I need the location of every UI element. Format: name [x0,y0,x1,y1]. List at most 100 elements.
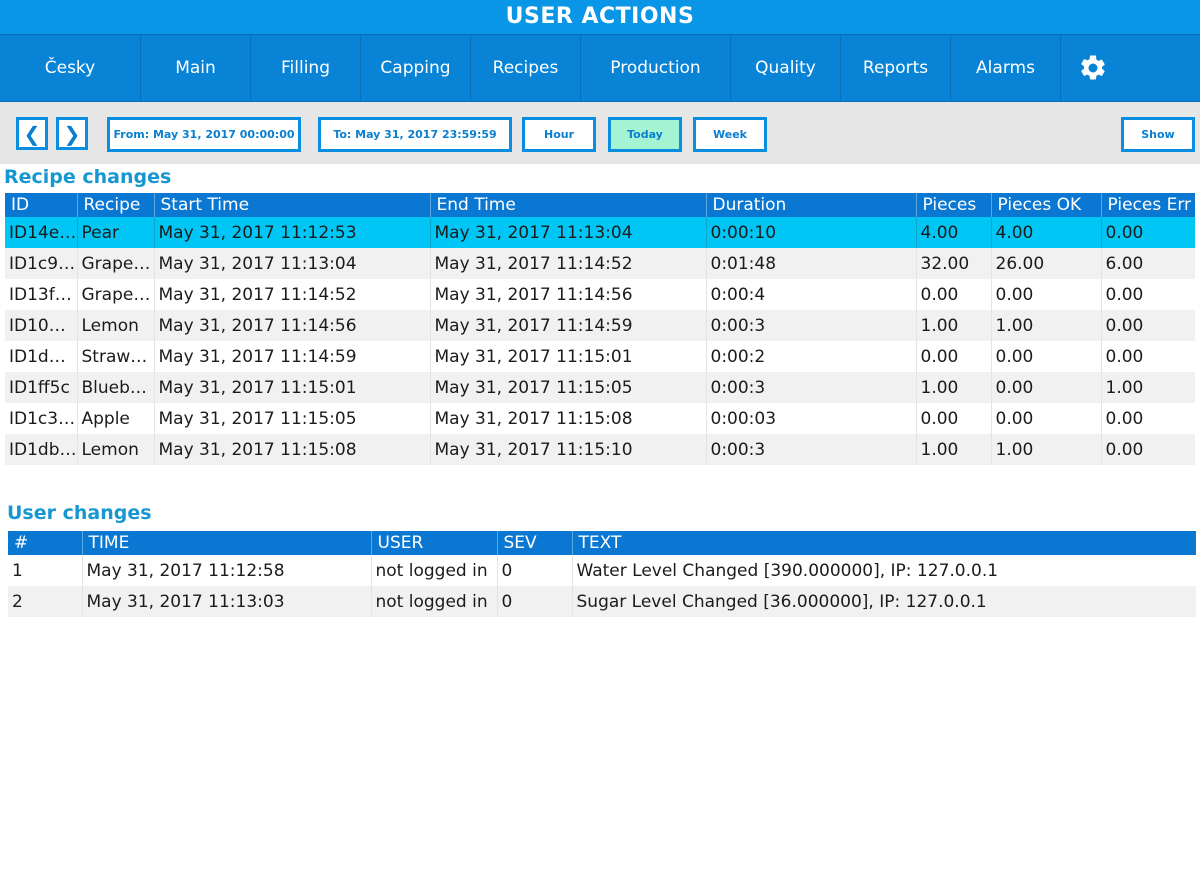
nav-main[interactable]: Main [141,35,251,101]
user-changes-title: User changes [7,502,152,524]
table-cell: 0.00 [991,279,1102,310]
column-header[interactable]: ID [5,193,78,217]
user-changes-table: # TIME USER SEV TEXT 1 May 31, 2017 11:12:58 n… [8,531,1196,617]
table-cell: Apple [77,403,155,434]
table-cell: Bluebe… [77,372,155,403]
table-cell: ID13f… [5,279,78,310]
column-header[interactable]: SEV [497,531,573,555]
table-cell: 1.00 [916,434,992,465]
table-cell: 0 [497,555,573,586]
column-header[interactable]: Start Time [154,193,431,217]
table-row[interactable]: ID13f… Grapef… May 31, 2017 11:14:52 May 31… [5,279,1195,310]
table-cell: May 31, 2017 11:15:01 [154,372,431,403]
column-header[interactable]: TEXT [572,531,1196,555]
table-cell: May 31, 2017 11:13:04 [154,248,431,279]
table-cell: May 31, 2017 11:12:53 [154,217,431,248]
recipe-changes-title: Recipe changes [4,166,172,188]
table-cell: 0.00 [991,403,1102,434]
table-cell: Lemon [77,310,155,341]
table-row[interactable]: ID14e… Pear May 31, 2017 11:12:53 May 31, 2… [5,217,1195,248]
table-cell: Lemon [77,434,155,465]
table-cell: 1 [8,555,83,586]
table-cell: 0.00 [1101,341,1195,372]
gear-icon [1081,55,1105,80]
table-row[interactable]: ID1ff5c Bluebe… May 31, 2017 11:15:01 May 3… [5,372,1195,403]
table-cell: 0.00 [991,372,1102,403]
table-cell: 0:01:48 [706,248,917,279]
table-cell: ID1c3… [5,403,78,434]
column-header[interactable]: Recipe [77,193,155,217]
nav-filling[interactable]: Filling [251,35,361,101]
table-cell: 0.00 [1101,279,1195,310]
table-cell: not logged in [371,586,498,617]
column-header[interactable]: Pieces Err [1101,193,1195,217]
column-header[interactable]: # [8,531,83,555]
nav-quality[interactable]: Quality [731,35,841,101]
nav-cesky[interactable]: Česky [0,35,141,101]
table-cell: 0.00 [1101,403,1195,434]
table-cell: 32.00 [916,248,992,279]
table-row[interactable]: ID1d1… Straw… May 31, 2017 11:14:59 May 31,… [5,341,1195,372]
table-row[interactable]: ID1c9… Grapef… May 31, 2017 11:13:04 May 31… [5,248,1195,279]
table-cell: 0:00:2 [706,341,917,372]
nav-reports[interactable]: Reports [841,35,951,101]
table-row[interactable]: ID108… Lemon May 31, 2017 11:14:56 May 31, … [5,310,1195,341]
prev-button[interactable]: ❮ [16,117,48,150]
table-cell: 0.00 [1101,217,1195,248]
table-cell: 0:00:3 [706,310,917,341]
table-cell: 0.00 [916,403,992,434]
week-button[interactable]: Week [693,117,767,152]
show-button[interactable]: Show [1121,117,1195,152]
chevron-left-icon: ❮ [23,121,41,146]
next-button[interactable]: ❯ [56,117,88,150]
table-cell: May 31, 2017 11:14:52 [154,279,431,310]
to-date-button[interactable]: To: May 31, 2017 23:59:59 [318,117,512,152]
table-cell: Grapef… [77,248,155,279]
table-cell: 0.00 [916,341,992,372]
table-row[interactable]: 1 May 31, 2017 11:12:58 not logged in 0 Wate… [8,555,1196,586]
nav-production[interactable]: Production [581,35,731,101]
settings-button[interactable] [1061,35,1125,101]
recipe-changes-table-wrap: ID Recipe Start Time End Time Duration Pieces… [5,193,1195,465]
nav-alarms[interactable]: Alarms [951,35,1061,101]
table-cell: May 31, 2017 11:14:56 [430,279,707,310]
table-cell: ID108… [5,310,78,341]
today-button[interactable]: Today [608,117,682,152]
column-header[interactable]: USER [371,531,498,555]
table-row[interactable]: ID1db… Lemon May 31, 2017 11:15:08 May 31, … [5,434,1195,465]
hour-button[interactable]: Hour [522,117,596,152]
nav-recipes[interactable]: Recipes [471,35,581,101]
table-cell: 0:00:10 [706,217,917,248]
table-cell: 0:00:4 [706,279,917,310]
table-cell: ID1c9… [5,248,78,279]
table-cell: 1.00 [916,372,992,403]
table-row[interactable]: 2 May 31, 2017 11:13:03 not logged in 0 Suga… [8,586,1196,617]
column-header[interactable]: Pieces OK [991,193,1102,217]
table-cell: May 31, 2017 11:15:10 [430,434,707,465]
table-cell: May 31, 2017 11:14:56 [154,310,431,341]
table-cell: ID14e… [5,217,78,248]
nav-capping[interactable]: Capping [361,35,471,101]
table-cell: May 31, 2017 11:14:59 [430,310,707,341]
table-cell: May 31, 2017 11:13:03 [82,586,372,617]
table-cell: Sugar Level Changed [36.000000], IP: 127… [572,586,1196,617]
table-cell: 1.00 [991,310,1102,341]
table-cell: 0:00:03 [706,403,917,434]
column-header[interactable]: End Time [430,193,707,217]
table-cell: ID1d1… [5,341,78,372]
table-cell: 1.00 [991,434,1102,465]
table-cell: May 31, 2017 11:14:52 [430,248,707,279]
table-row[interactable]: ID1c3… Apple May 31, 2017 11:15:05 May 31, … [5,403,1195,434]
column-header[interactable]: TIME [82,531,372,555]
table-cell: Water Level Changed [390.000000], IP: 12… [572,555,1196,586]
column-header[interactable]: Pieces [916,193,992,217]
user-changes-table-wrap: # TIME USER SEV TEXT 1 May 31, 2017 11:12:58 n… [8,531,1196,617]
table-cell: May 31, 2017 11:14:59 [154,341,431,372]
table-cell: ID1db… [5,434,78,465]
column-header[interactable]: Duration [706,193,917,217]
table-cell: 0.00 [916,279,992,310]
table-cell: 4.00 [991,217,1102,248]
from-date-button[interactable]: From: May 31, 2017 00:00:00 [107,117,301,152]
table-cell: May 31, 2017 11:15:05 [430,372,707,403]
table-cell: 26.00 [991,248,1102,279]
